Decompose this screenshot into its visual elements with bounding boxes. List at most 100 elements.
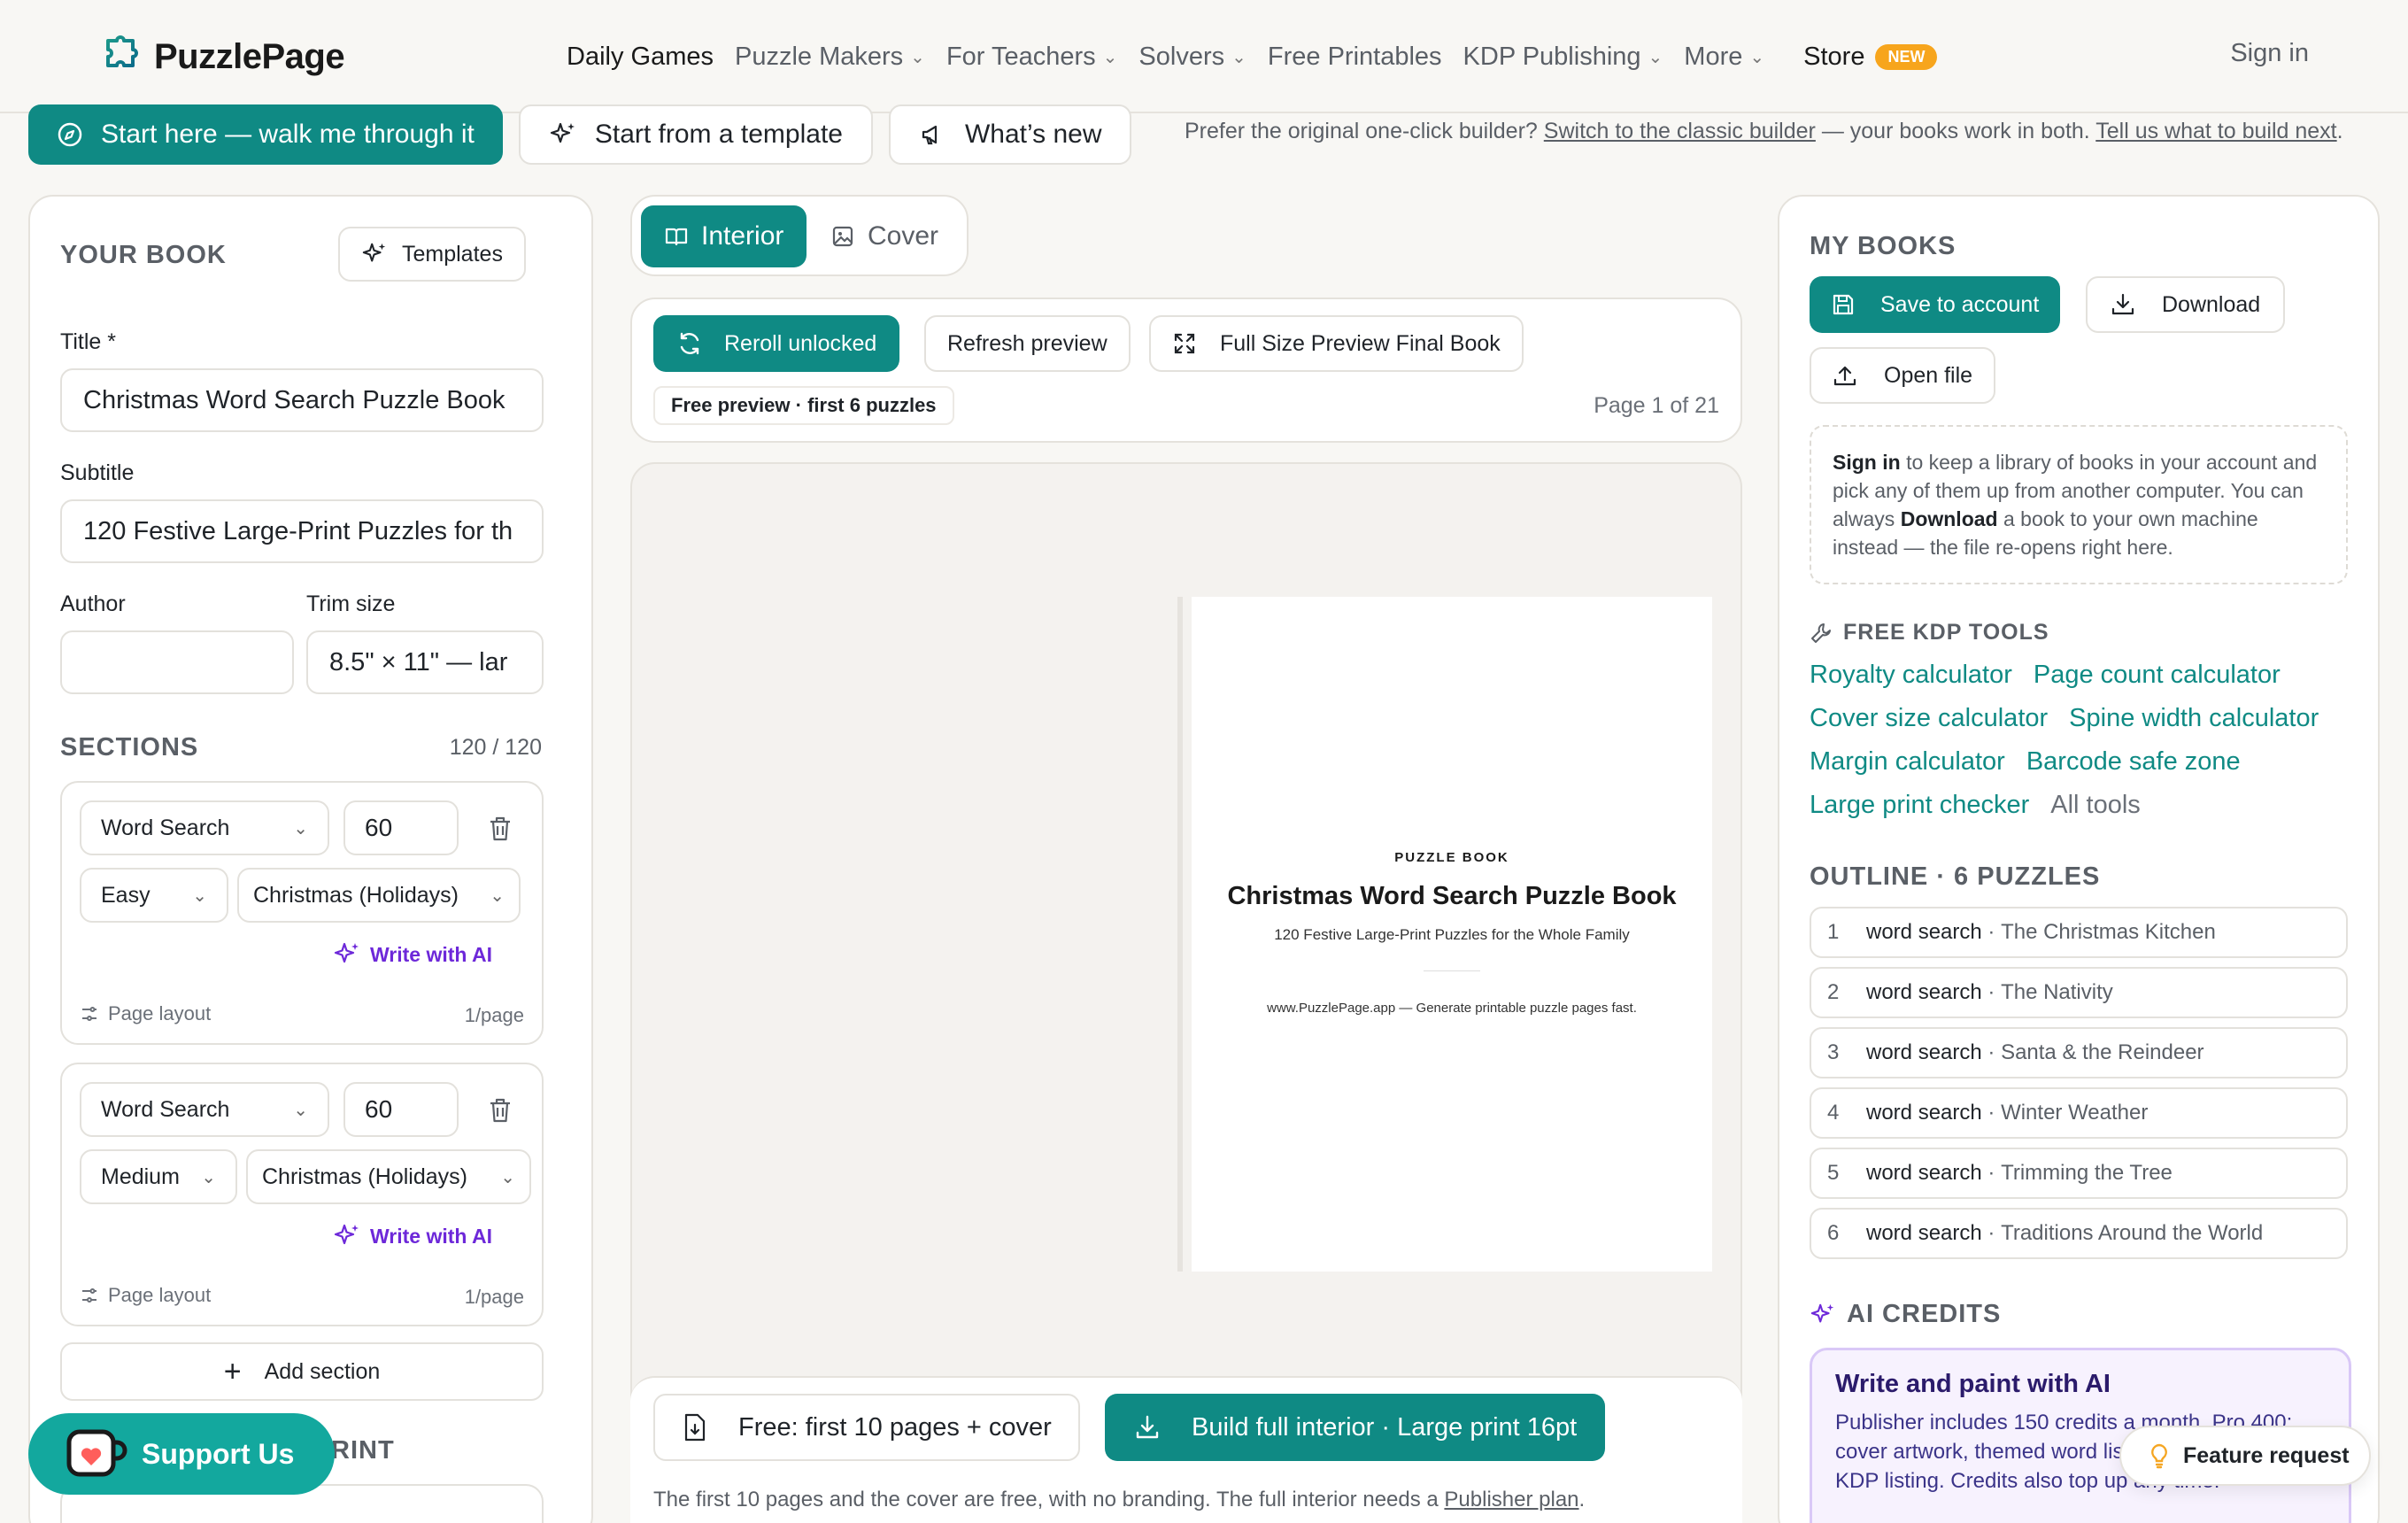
my-books-heading: MY BOOKS [1810, 232, 1956, 260]
trash-icon[interactable] [487, 1096, 513, 1125]
difficulty-value: Easy [101, 882, 150, 908]
sparkles-icon [550, 122, 575, 143]
reroll-label: Reroll unlocked [724, 330, 877, 356]
outline-row[interactable]: 2 word search · The Nativity [1810, 967, 2348, 1018]
title-input[interactable]: Christmas Word Search Puzzle Book [60, 368, 544, 432]
build-note-text: The first 10 pages and the cover are fre… [653, 1488, 1439, 1511]
view-tabs: Interior Cover [630, 195, 969, 276]
chevron-down-icon: ⌄ [490, 885, 505, 906]
sign-in-link[interactable]: Sign in [2230, 39, 2309, 68]
theme-select[interactable]: Christmas (Holidays) ⌄ [237, 868, 521, 923]
page-book-title: Christmas Word Search Puzzle Book [1227, 882, 1677, 910]
tab-interior[interactable]: Interior [641, 205, 807, 267]
expand-icon [1174, 333, 1195, 354]
info-download: Download [1900, 507, 1998, 530]
puzzle-type-value: Word Search [101, 815, 230, 840]
trash-icon[interactable] [487, 815, 513, 843]
page-footer-text: www.PuzzlePage.app — Generate printable … [1267, 1001, 1637, 1016]
download-button[interactable]: Download [2086, 276, 2286, 333]
page-layout-row[interactable]: Page layout [80, 1284, 211, 1307]
tool-page-count-calculator[interactable]: Page count calculator [2034, 661, 2281, 690]
start-here-button[interactable]: Start here — walk me through it [28, 104, 503, 165]
ko-fi-cup-icon [66, 1429, 127, 1477]
info-sign-in[interactable]: Sign in [1833, 451, 1901, 474]
nav-store[interactable]: Store NEW [1803, 43, 1938, 72]
templates-button[interactable]: Templates [338, 227, 526, 282]
classic-builder-link[interactable]: Switch to the classic builder [1544, 119, 1816, 143]
open-file-button[interactable]: Open file [1810, 347, 1996, 404]
ai-sparkles-icon [1810, 1303, 1834, 1323]
subtitle-input[interactable]: 120 Festive Large-Print Puzzles for th [60, 499, 544, 563]
trim-size-select[interactable]: 8.5" × 11" — lar [306, 630, 544, 694]
free-first-pages-label: Free: first 10 pages + cover [738, 1412, 1052, 1442]
image-icon [832, 226, 853, 247]
nav-for-teachers[interactable]: For Teachers ⌄ [946, 43, 1117, 72]
outline-title: Winter Weather [2001, 1101, 2149, 1125]
all-tools-link[interactable]: All tools [2050, 791, 2141, 820]
tool-barcode-safe-zone[interactable]: Barcode safe zone [2026, 747, 2241, 777]
page-layout-label: Page layout [108, 1284, 212, 1306]
page-divider [1424, 970, 1480, 971]
tell-us-link[interactable]: Tell us what to build next [2095, 119, 2336, 143]
chevron-down-icon: ⌄ [1749, 47, 1765, 67]
difficulty-select[interactable]: Easy ⌄ [80, 868, 228, 923]
author-label: Author [60, 591, 126, 616]
start-from-template-button[interactable]: Start from a template [518, 104, 873, 165]
your-book-panel: YOUR BOOK Templates Title * Christmas Wo… [28, 195, 593, 1523]
publisher-plan-link[interactable]: Publisher plan [1444, 1488, 1578, 1511]
outline-kind: word search [1866, 1101, 1982, 1125]
outline-row[interactable]: 6 word search · Traditions Around the Wor… [1810, 1208, 2348, 1259]
feature-request-button[interactable]: Feature request [2119, 1426, 2371, 1486]
nav-kdp-publishing[interactable]: KDP Publishing ⌄ [1463, 43, 1663, 72]
logo[interactable]: PuzzlePage [99, 34, 345, 80]
download-label: Download [2162, 291, 2261, 317]
build-full-interior-button[interactable]: Build full interior · Large print 16pt [1105, 1394, 1606, 1461]
puzzle-count-input[interactable]: 60 [343, 800, 459, 855]
outline-row[interactable]: 1 word search · The Christmas Kitchen [1810, 907, 2348, 958]
outline-number: 5 [1827, 1161, 1840, 1185]
puzzle-type-select[interactable]: Word Search ⌄ [80, 1082, 329, 1137]
page-layout-row[interactable]: Page layout [80, 1002, 211, 1025]
tool-large-print-checker[interactable]: Large print checker [1810, 791, 2029, 820]
nav-more[interactable]: More ⌄ [1684, 43, 1764, 72]
tool-royalty-calculator[interactable]: Royalty calculator [1810, 661, 2012, 690]
download-icon [1136, 1415, 1159, 1439]
save-to-account-button[interactable]: Save to account [1810, 276, 2061, 333]
page-book-subtitle: 120 Festive Large-Print Puzzles for the … [1274, 926, 1630, 943]
nav-daily-games[interactable]: Daily Games [567, 43, 714, 72]
theme-value: Christmas (Holidays) [262, 1164, 467, 1189]
tab-cover[interactable]: Cover [830, 205, 938, 267]
outline-kind: word search [1866, 1161, 1982, 1185]
reroll-unlocked-button[interactable]: Reroll unlocked [653, 315, 900, 372]
author-input[interactable] [60, 630, 294, 694]
tool-cover-size-calculator[interactable]: Cover size calculator [1810, 704, 2048, 733]
full-size-preview-button[interactable]: Full Size Preview Final Book [1149, 315, 1524, 372]
nav-solvers[interactable]: Solvers ⌄ [1138, 43, 1246, 72]
write-with-ai-link[interactable]: Write with AI [333, 940, 492, 969]
outline-row[interactable]: 5 word search · Trimming the Tree [1810, 1148, 2348, 1199]
page-layout-value: 1/page [464, 1286, 524, 1308]
add-section-button[interactable]: + Add section [60, 1342, 544, 1401]
sections-heading: SECTIONS [60, 733, 199, 762]
chevron-down-icon: ⌄ [293, 1100, 308, 1120]
nav-puzzle-makers[interactable]: Puzzle Makers ⌄ [735, 43, 925, 72]
write-with-ai-link[interactable]: Write with AI [333, 1222, 492, 1250]
outline-row[interactable]: 3 word search · Santa & the Reindeer [1810, 1027, 2348, 1078]
nav-free-printables[interactable]: Free Printables [1268, 43, 1442, 72]
tab-cover-label: Cover [868, 221, 939, 251]
refresh-preview-button[interactable]: Refresh preview [924, 315, 1131, 372]
support-us-button[interactable]: Support Us [28, 1413, 335, 1495]
difficulty-select[interactable]: Medium ⌄ [80, 1149, 237, 1204]
chevron-down-icon: ⌄ [500, 1167, 515, 1187]
puzzle-count-input[interactable]: 60 [343, 1082, 459, 1137]
puzzle-type-select[interactable]: Word Search ⌄ [80, 800, 329, 855]
puzzle-logo-icon [106, 35, 138, 67]
outline-row[interactable]: 4 word search · Winter Weather [1810, 1087, 2348, 1139]
whats-new-button[interactable]: What’s new [888, 104, 1132, 165]
tool-spine-width-calculator[interactable]: Spine width calculator [2069, 704, 2319, 733]
outline-heading: OUTLINE · 6 PUZZLES [1810, 862, 2101, 891]
tool-margin-calculator[interactable]: Margin calculator [1810, 747, 2005, 777]
theme-select[interactable]: Christmas (Holidays) ⌄ [246, 1149, 531, 1204]
free-kdp-tools-heading: FREE KDP TOOLS [1810, 620, 2049, 646]
free-first-pages-button[interactable]: Free: first 10 pages + cover [653, 1394, 1080, 1461]
